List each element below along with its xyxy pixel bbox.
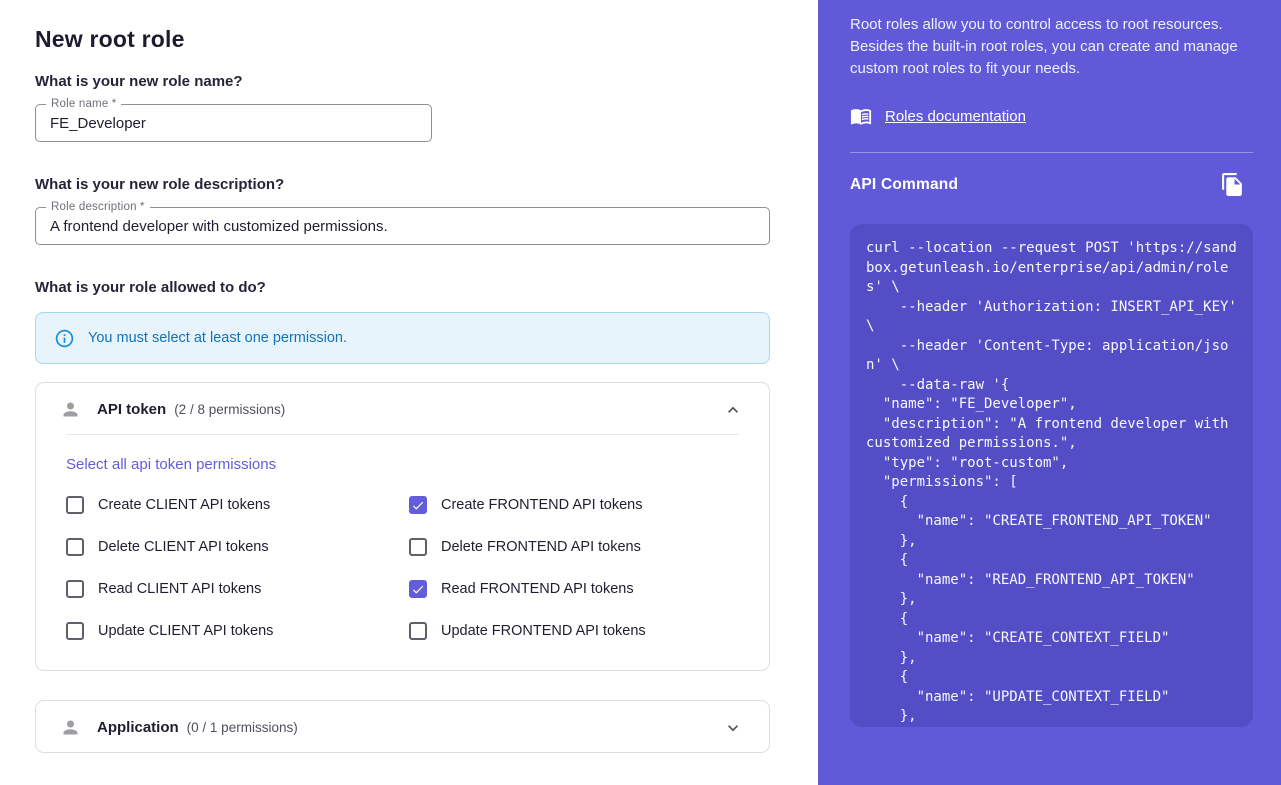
api-token-accordion-body: Select all api token permissions Create … — [36, 435, 769, 670]
permission-update-client-api-tokens[interactable]: Update CLIENT API tokens — [66, 622, 409, 640]
permission-label: Delete CLIENT API tokens — [98, 539, 269, 555]
accordion-title: Application — [97, 719, 179, 736]
info-icon — [54, 328, 75, 349]
checkbox-icon[interactable] — [409, 622, 427, 640]
person-icon — [60, 717, 81, 738]
chevron-down-icon — [723, 718, 743, 738]
permission-info-alert: You must select at least one permission. — [35, 312, 770, 364]
info-sidebar: Root roles allow you to control access t… — [818, 0, 1281, 785]
checkbox-icon[interactable] — [409, 580, 427, 598]
select-all-api-token-permissions-link[interactable]: Select all api token permissions — [66, 456, 276, 473]
application-accordion-header[interactable]: Application (0 / 1 permissions) — [36, 701, 769, 752]
permission-label: Create FRONTEND API tokens — [441, 497, 642, 513]
role-name-question: What is your new role name? — [35, 73, 770, 90]
permission-delete-frontend-api-tokens[interactable]: Delete FRONTEND API tokens — [409, 538, 739, 556]
permission-update-frontend-api-tokens[interactable]: Update FRONTEND API tokens — [409, 622, 739, 640]
role-name-field-label: Role name * — [46, 98, 121, 110]
accordion-permission-count: (2 / 8 permissions) — [174, 402, 285, 417]
api-command-title: API Command — [850, 176, 958, 194]
sidebar-divider — [850, 152, 1253, 153]
checkbox-icon[interactable] — [66, 622, 84, 640]
curl-command-text: curl --location --request POST 'https://… — [866, 239, 1237, 727]
role-name-value: FE_Developer — [50, 115, 146, 132]
role-description-value: A frontend developer with customized per… — [50, 218, 388, 235]
checkbox-icon[interactable] — [66, 496, 84, 514]
permission-label: Update CLIENT API tokens — [98, 623, 273, 639]
roles-documentation-link[interactable]: Roles documentation — [885, 108, 1026, 125]
permission-read-frontend-api-tokens[interactable]: Read FRONTEND API tokens — [409, 580, 739, 598]
permission-create-client-api-tokens[interactable]: Create CLIENT API tokens — [66, 496, 409, 514]
docs-link-row: Roles documentation — [850, 105, 1253, 127]
role-description-field-label: Role description * — [46, 201, 150, 213]
accordion-permission-count: (0 / 1 permissions) — [187, 720, 298, 735]
api-command-header: API Command — [850, 170, 1253, 199]
permission-create-frontend-api-tokens[interactable]: Create FRONTEND API tokens — [409, 496, 739, 514]
permission-label: Read FRONTEND API tokens — [441, 581, 634, 597]
accordion-title: API token — [97, 401, 166, 418]
api-token-accordion: API token (2 / 8 permissions) Select all… — [35, 382, 770, 671]
new-root-role-form: New root role What is your new role name… — [0, 0, 818, 785]
page-title: New root role — [35, 26, 770, 53]
permission-delete-client-api-tokens[interactable]: Delete CLIENT API tokens — [66, 538, 409, 556]
root-roles-description: Root roles allow you to control access t… — [850, 14, 1242, 80]
api-command-code-block[interactable]: curl --location --request POST 'https://… — [850, 224, 1253, 727]
checkbox-icon[interactable] — [66, 580, 84, 598]
alert-text: You must select at least one permission. — [88, 330, 347, 346]
checkbox-icon[interactable] — [409, 496, 427, 514]
role-description-question: What is your new role description? — [35, 176, 770, 193]
checkbox-icon[interactable] — [66, 538, 84, 556]
checkbox-icon[interactable] — [409, 538, 427, 556]
chevron-up-icon — [723, 400, 743, 420]
permissions-grid: Create CLIENT API tokens Create FRONTEND… — [66, 496, 739, 640]
role-permissions-question: What is your role allowed to do? — [35, 279, 770, 296]
permission-read-client-api-tokens[interactable]: Read CLIENT API tokens — [66, 580, 409, 598]
permission-label: Delete FRONTEND API tokens — [441, 539, 641, 555]
person-icon — [60, 399, 81, 420]
role-name-field[interactable]: Role name * FE_Developer — [35, 104, 432, 142]
role-description-field[interactable]: Role description * A frontend developer … — [35, 207, 770, 245]
book-icon — [850, 105, 872, 127]
api-token-accordion-header[interactable]: API token (2 / 8 permissions) — [36, 383, 769, 434]
permission-label: Read CLIENT API tokens — [98, 581, 261, 597]
copy-icon — [1220, 172, 1245, 197]
permission-label: Update FRONTEND API tokens — [441, 623, 646, 639]
copy-button[interactable] — [1218, 170, 1247, 199]
application-accordion: Application (0 / 1 permissions) — [35, 700, 770, 753]
permission-label: Create CLIENT API tokens — [98, 497, 270, 513]
